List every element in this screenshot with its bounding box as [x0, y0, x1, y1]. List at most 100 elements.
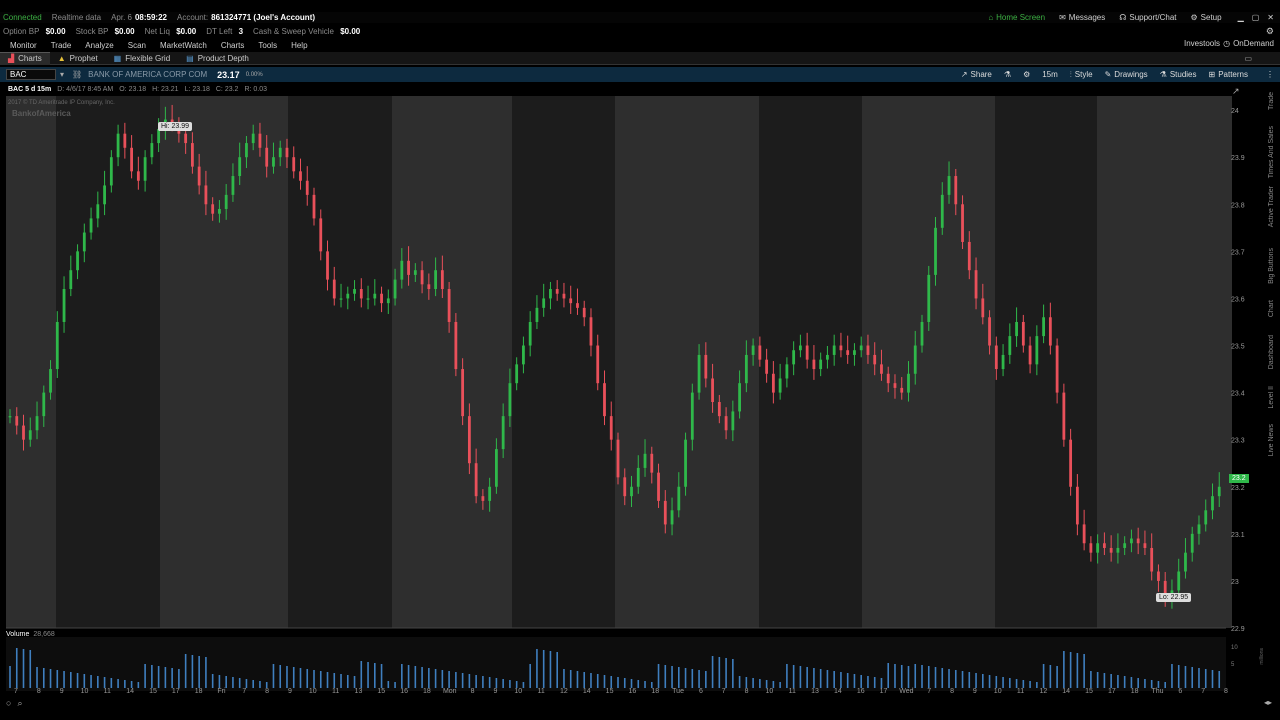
candle-body	[272, 157, 275, 167]
candle-body	[717, 402, 721, 417]
zoom-icon[interactable]: ⌕	[17, 698, 22, 709]
timeframe-button[interactable]: 15m	[1042, 70, 1058, 79]
volume-bar	[211, 674, 214, 688]
candle-body	[1217, 486, 1221, 497]
candle-body	[522, 345, 525, 365]
candle-body	[846, 350, 850, 355]
candle-body	[785, 364, 789, 379]
menu-item-tools[interactable]: Tools	[258, 41, 277, 50]
cursor-tool-icon[interactable]: ↗	[1232, 86, 1240, 97]
volume-bar	[691, 669, 694, 688]
home-screen-button[interactable]: ⌂ Home Screen	[988, 13, 1045, 22]
volume-bar	[887, 663, 890, 688]
candle-body	[1048, 317, 1052, 346]
share-button[interactable]: ↗ Share	[961, 70, 992, 79]
volume-bar	[1184, 666, 1187, 688]
menu-item-scan[interactable]: Scan	[128, 41, 146, 50]
x-tick-label: 12	[1039, 688, 1047, 695]
minimize-button[interactable]: ▁	[1238, 13, 1244, 22]
volume-bar	[306, 669, 309, 688]
volume-bar	[76, 673, 79, 688]
candle-body	[805, 345, 809, 360]
layout-icon[interactable]: ▭	[1244, 54, 1252, 63]
volume-bar	[421, 667, 423, 688]
menu-item-monitor[interactable]: Monitor	[10, 41, 37, 50]
x-tick-label: 11	[537, 688, 544, 695]
symbol-input[interactable]: BAC	[6, 69, 56, 80]
settings-gear-icon[interactable]: ⚙	[1266, 26, 1274, 37]
candle-body	[35, 416, 39, 431]
candle-body	[373, 293, 377, 299]
volume-bar	[414, 666, 417, 688]
volume-bar	[63, 671, 65, 688]
volume-bar	[853, 674, 856, 688]
candle-body	[562, 293, 566, 299]
chart-settings-button[interactable]: ⚙	[1023, 70, 1030, 79]
candle-body	[28, 430, 32, 440]
tab-flexible-grid[interactable]: ▦ Flexible Grid	[106, 52, 178, 65]
account-value[interactable]: 861324771 (Joel's Account)	[211, 13, 315, 22]
x-tick-label: 16	[857, 688, 865, 695]
y-tick-label: 23.2	[1231, 485, 1245, 492]
balance-label: DT Left	[206, 27, 233, 36]
price-chart[interactable]: 24 23.9 23.8 23.7 23.6 23.5 23.4 23.3 23.2 23.1 23…	[0, 96, 1268, 700]
candle-body	[103, 185, 106, 205]
menu-item-trade[interactable]: Trade	[51, 41, 72, 50]
messages-button[interactable]: ✉ Messages	[1059, 13, 1105, 22]
panel-toggle-button[interactable]: ⋮	[1266, 70, 1274, 79]
candle-body	[461, 369, 465, 417]
menu-item-marketwatch[interactable]: MarketWatch	[160, 41, 207, 50]
candle-body	[157, 128, 161, 144]
side-tab-live-news[interactable]: Live News	[1268, 424, 1280, 456]
style-button[interactable]: ⫶ Style	[1070, 70, 1093, 80]
volume-bar	[1036, 682, 1038, 688]
volume-bar	[475, 675, 477, 688]
candle-body	[116, 133, 120, 158]
candle-body	[697, 354, 701, 393]
volume-bar	[1009, 678, 1011, 688]
volume-bar	[873, 677, 876, 688]
flask-button[interactable]: ⚗	[1004, 70, 1011, 79]
volume-bar	[394, 682, 396, 688]
ondemand-button[interactable]: ◷ OnDemand	[1223, 39, 1274, 51]
volume-bar	[576, 671, 579, 688]
link-icon[interactable]: ⛓	[72, 70, 82, 79]
menu-item-charts[interactable]: Charts	[221, 41, 245, 50]
side-tab-trade[interactable]: Trade	[1268, 92, 1280, 110]
drawings-button[interactable]: ✎ Drawings	[1105, 70, 1148, 79]
side-tab-times-and-sales[interactable]: Times And Sales	[1268, 126, 1280, 178]
volume-bar	[840, 672, 842, 688]
volume-bar	[259, 681, 261, 688]
side-tab-big-buttons[interactable]: Big Buttons	[1268, 248, 1280, 284]
support-chat-button[interactable]: ☊ Support/Chat	[1119, 13, 1176, 22]
sub-tabs: ▟ Charts ▲ Prophet ▦ Flexible Grid ▤ Product…	[0, 51, 1280, 65]
scroll-controls[interactable]: ◂▸	[1264, 698, 1272, 707]
symbol-dropdown-icon[interactable]: ▾	[60, 70, 64, 79]
y-tick-label: 23.8	[1231, 202, 1245, 209]
investools-link[interactable]: Investools	[1184, 39, 1220, 51]
close-button[interactable]: ✕	[1267, 13, 1274, 22]
volume-bar	[806, 667, 808, 688]
y-tick-label: 22.9	[1231, 626, 1245, 633]
tab-product-depth[interactable]: ▤ Product Depth	[178, 52, 257, 65]
x-tick-label: 14	[583, 688, 591, 695]
volume-bar	[509, 680, 511, 688]
menu-item-help[interactable]: Help	[291, 41, 307, 50]
studies-button[interactable]: ⚗ Studies	[1160, 70, 1197, 79]
last-price-tag: 23.2	[1229, 474, 1249, 483]
side-tab-chart[interactable]: Chart	[1268, 300, 1280, 317]
maximize-button[interactable]: ▢	[1252, 13, 1260, 22]
volume-bar	[1022, 680, 1025, 688]
side-tab-dashboard[interactable]: Dashboard	[1268, 335, 1280, 369]
tab-prophet[interactable]: ▲ Prophet	[50, 52, 106, 65]
patterns-button[interactable]: ⊞ Patterns	[1209, 70, 1249, 79]
volume-bar	[671, 666, 673, 688]
menu-item-analyze[interactable]: Analyze	[85, 41, 113, 50]
balance-value: $0.00	[176, 27, 197, 36]
setup-button[interactable]: ⚙ Setup	[1191, 13, 1222, 22]
candle-body	[265, 147, 269, 167]
tab-charts[interactable]: ▟ Charts	[0, 51, 50, 65]
zoom-reset-icon[interactable]: ○	[6, 698, 11, 709]
side-tab-level-ii[interactable]: Level II	[1268, 386, 1280, 409]
side-tab-active-trader[interactable]: Active Trader	[1268, 186, 1280, 227]
